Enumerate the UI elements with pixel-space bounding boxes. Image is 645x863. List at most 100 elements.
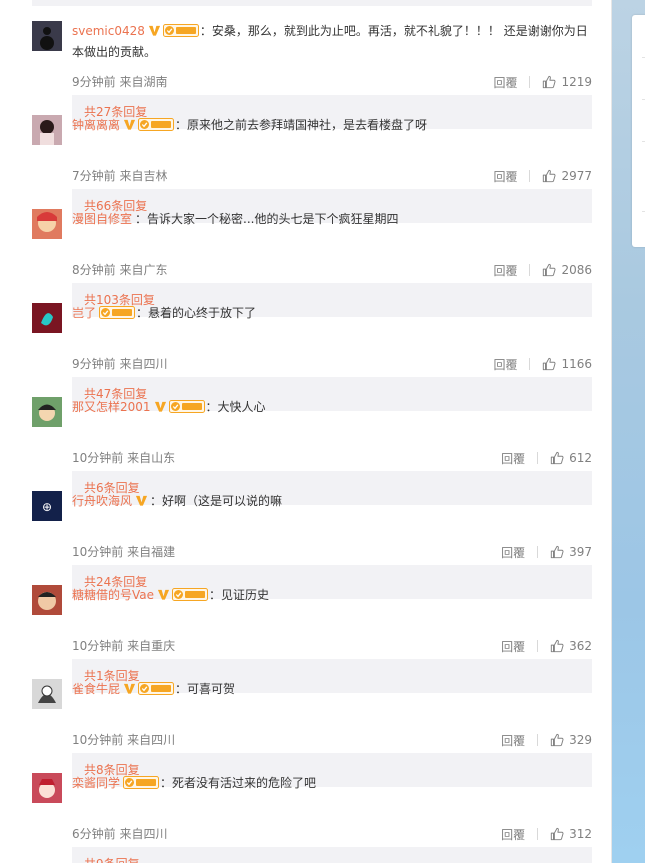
thumbs-up-icon	[543, 169, 556, 183]
reply-button[interactable]: 回覆	[501, 450, 525, 467]
avatar[interactable]	[32, 209, 62, 239]
comment-item: ⊕ 行舟吹海风 ：好啊（这是可以说的嘛 10分钟前 来自福建 回覆 397 共24条回复	[32, 480, 592, 599]
avatar[interactable]	[32, 679, 62, 709]
comment-meta: 6分钟前 来自四川	[72, 827, 168, 841]
avatar-image	[32, 773, 62, 803]
previous-replies-box-edge	[32, 0, 592, 6]
v-badge-icon	[135, 495, 148, 506]
comment-actions: 回覆 312	[501, 825, 592, 843]
comment-username[interactable]: 栾酱同学	[72, 776, 120, 790]
like-count: 2086	[561, 263, 592, 277]
comment-content: ：告诉大家一个秘密...他的头七是下个疯狂星期四	[135, 212, 399, 226]
avatar[interactable]	[32, 397, 62, 427]
comment-username[interactable]: 钟离离离	[72, 118, 120, 132]
iron-fan-badge-icon	[123, 776, 160, 789]
comment-actions: 回覆 612	[501, 449, 592, 467]
comment-text-line: 岂了 ：悬着的心终于放下了	[72, 303, 592, 324]
thumbs-up-icon	[550, 733, 564, 747]
like-button[interactable]: 362	[550, 639, 592, 653]
comment-actions: 回覆 362	[501, 637, 592, 655]
action-divider	[529, 170, 531, 182]
thumbs-up-icon	[550, 639, 564, 653]
comment-username[interactable]: 岂了	[72, 306, 96, 320]
reply-button[interactable]: 回覆	[501, 826, 525, 843]
reply-button[interactable]: 回覆	[493, 262, 517, 279]
comment-item: 糖糖借的号Vae ：见证历史 10分钟前 来自重庆 回覆 362 共1条回复	[32, 574, 592, 693]
comment-text-line: 钟离离离 ：原来他之前去参拜靖国神社，是去看楼盘了呀	[72, 115, 592, 136]
reply-button[interactable]: 回覆	[501, 638, 525, 655]
reply-button[interactable]: 回覆	[493, 74, 517, 91]
iron-fan-badge-icon	[138, 118, 175, 131]
action-divider	[537, 640, 539, 652]
comment-username[interactable]: 那又怎样2001	[72, 400, 151, 414]
action-divider	[529, 358, 531, 370]
action-divider	[537, 452, 539, 464]
comment-text-line: 漫图自修室 ：告诉大家一个秘密...他的头七是下个疯狂星期四	[72, 209, 592, 230]
comment-meta: 10分钟前 来自山东	[72, 451, 176, 465]
v-badge-icon	[148, 25, 160, 36]
avatar[interactable]	[32, 303, 62, 333]
comment-content: ：死者没有活过来的危险了吧	[160, 776, 317, 790]
like-count: 329	[569, 733, 592, 747]
comment-text-line: 那又怎样2001 ：大快人心	[72, 397, 592, 418]
action-divider	[529, 76, 531, 88]
action-divider	[537, 828, 539, 840]
thumbs-up-icon	[543, 75, 556, 89]
comment-content: ：原来他之前去参拜靖国神社，是去看楼盘了呀	[175, 118, 428, 132]
comment-meta: 9分钟前 来自湖南	[72, 75, 168, 89]
avatar[interactable]: ⊕	[32, 491, 62, 521]
action-divider	[529, 264, 531, 276]
like-button[interactable]: 2977	[542, 169, 592, 183]
comment-meta: 10分钟前 来自四川	[72, 733, 176, 747]
comment-meta: 10分钟前 来自重庆	[72, 639, 176, 653]
avatar-image	[32, 679, 62, 709]
avatar-image	[32, 21, 62, 51]
comment-item: 栾酱同学 ：死者没有活过来的危险了吧 6分钟前 来自四川 回覆 312 共9条回复	[32, 762, 592, 863]
comment-meta: 9分钟前 来自四川	[72, 357, 168, 371]
comment-item: svemic0428 ：安桑，那么，就到此为止吧。再活，就不礼貌了！！！ 还是谢谢…	[32, 10, 592, 129]
comment-username[interactable]: 雀食牛屁	[72, 682, 120, 696]
avatar[interactable]	[32, 773, 62, 803]
avatar-image	[32, 397, 62, 427]
like-button[interactable]: 329	[550, 733, 592, 747]
avatar-image	[32, 115, 62, 145]
reply-button[interactable]: 回覆	[501, 732, 525, 749]
like-button[interactable]: 1166	[542, 357, 592, 371]
reply-button[interactable]: 回覆	[493, 168, 517, 185]
comment-item: 岂了 ：悬着的心终于放下了 9分钟前 来自四川 回覆 1166 共47条回复	[32, 292, 592, 411]
reply-button[interactable]: 回覆	[501, 544, 525, 561]
comment-username[interactable]: svemic0428	[72, 24, 145, 38]
like-button[interactable]: 612	[550, 451, 592, 465]
side-card	[632, 15, 645, 247]
v-badge-icon	[123, 683, 136, 694]
reply-button[interactable]: 回覆	[493, 356, 517, 373]
comment-actions: 回覆 2086	[493, 261, 592, 279]
comment-content: ：可喜可贺	[175, 682, 236, 696]
iron-fan-badge-icon	[138, 682, 175, 695]
comment-actions: 回覆 329	[501, 731, 592, 749]
comment-text-line: 雀食牛屁 ：可喜可贺	[72, 679, 592, 700]
avatar-image	[32, 303, 62, 333]
comment-item: 漫图自修室 ：告诉大家一个秘密...他的头七是下个疯狂星期四 8分钟前 来自广东 回覆…	[32, 198, 592, 317]
avatar[interactable]	[32, 115, 62, 145]
like-button[interactable]: 1219	[542, 75, 592, 89]
comment-item: 那又怎样2001 ：大快人心 10分钟前 来自山东 回覆 612 共6条回复	[32, 386, 592, 505]
like-button[interactable]: 397	[550, 545, 592, 559]
comment-actions: 回覆 1166	[493, 355, 592, 373]
comment-username[interactable]: 糖糖借的号Vae	[72, 588, 154, 602]
iron-fan-badge-icon	[162, 24, 199, 37]
avatar[interactable]	[32, 21, 62, 51]
like-count: 312	[569, 827, 592, 841]
comment-username[interactable]: 行舟吹海风	[72, 494, 132, 508]
comment-content: ：悬着的心终于放下了	[136, 306, 257, 320]
thumbs-up-icon	[550, 451, 564, 465]
avatar[interactable]	[32, 585, 62, 615]
comment-text-line: svemic0428 ：安桑，那么，就到此为止吧。再活，就不礼貌了！！！ 还是谢谢…	[72, 21, 592, 63]
like-button[interactable]: 2086	[542, 263, 592, 277]
like-button[interactable]: 312	[550, 827, 592, 841]
comment-text-line: 栾酱同学 ：死者没有活过来的危险了吧	[72, 773, 592, 794]
view-replies-button[interactable]: 共9条回复	[72, 847, 592, 863]
iron-fan-badge-icon	[168, 400, 205, 413]
thumbs-up-icon	[543, 357, 556, 371]
comment-username[interactable]: 漫图自修室	[72, 212, 132, 226]
